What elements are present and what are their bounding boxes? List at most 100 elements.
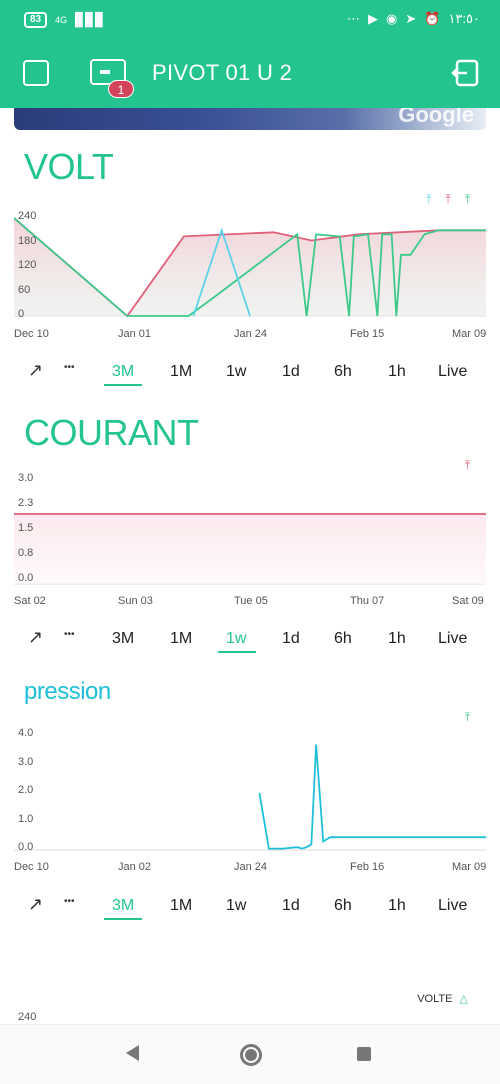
courant-ytick: 0.8 — [18, 547, 34, 559]
range-button-3m[interactable]: 3M — [112, 897, 134, 915]
volt-xtick: Jan 01 — [118, 328, 152, 340]
range-button-live[interactable]: Live — [438, 630, 467, 648]
network-label: 4G — [55, 15, 68, 25]
range-button-3m[interactable]: 3M — [112, 363, 134, 381]
battery-indicator: 83 — [24, 12, 48, 28]
alarm-icon: ⏰ — [424, 11, 441, 26]
page-title: PIVOT 01 U 2 — [152, 60, 293, 85]
range-button-6h[interactable]: 6h — [334, 363, 352, 381]
home-button[interactable] — [240, 1044, 262, 1066]
volt-legend[interactable]: ⤒ ⤒ ⤒ — [426, 192, 470, 207]
more-icon[interactable]: ••• — [64, 362, 75, 373]
app-icon: ◉ — [386, 11, 398, 26]
range-button-1w[interactable]: 1w — [226, 363, 246, 381]
range-button-1d[interactable]: 1d — [282, 630, 300, 648]
pression-ytick: 3.0 — [18, 755, 34, 768]
volt-xtick: Mar 09 — [452, 328, 487, 340]
series-toggle-icon[interactable]: ⤒ — [465, 192, 470, 207]
series-toggle-icon[interactable]: ⤒ — [426, 192, 431, 207]
range-button-1d[interactable]: 1d — [282, 363, 300, 381]
series-toggle-icon[interactable]: ⤒ — [465, 710, 470, 725]
courant-ytick: 1.5 — [18, 522, 34, 534]
range-button-1m[interactable]: 1M — [170, 630, 192, 648]
signal-icon: ▊▊▊ — [75, 12, 106, 27]
pression-ytick: 2.0 — [18, 784, 34, 796]
expand-icon[interactable]: ↗ — [28, 627, 43, 648]
courant-xtick: Sat 02 — [14, 595, 46, 607]
expand-icon[interactable]: ↗ — [28, 360, 43, 381]
pression-xtick: Jan 02 — [118, 861, 152, 873]
recents-button[interactable] — [357, 1047, 371, 1061]
range-button-live[interactable]: Live — [438, 363, 467, 381]
play-icon: ▶ — [368, 11, 379, 26]
home-dot — [245, 1049, 257, 1061]
bottom-ytick: 240 — [18, 1011, 37, 1023]
range-button-1d[interactable]: 1d — [282, 897, 300, 915]
volt-ytick: 120 — [18, 259, 37, 271]
more-dots: ⋯ — [347, 11, 361, 26]
range-button-3m[interactable]: 3M — [112, 630, 134, 648]
map-widget[interactable]: Google — [14, 108, 486, 130]
range-button-1h[interactable]: 1h — [388, 897, 406, 915]
pression-ytick: 4.0 — [18, 727, 34, 739]
range-button-1w[interactable]: 1w — [226, 897, 246, 915]
square-icon[interactable] — [23, 60, 49, 86]
courant-xtick: Thu 07 — [350, 595, 385, 607]
pression-legend[interactable]: ⤒ — [465, 710, 470, 725]
pression-series-0-line — [258, 744, 486, 850]
series-toggle-icon[interactable]: ⤒ — [465, 458, 470, 473]
range-button-1m[interactable]: 1M — [170, 897, 192, 915]
notification-badge: 1 — [108, 80, 134, 98]
range-selected-indicator — [104, 918, 142, 920]
more-icon[interactable]: ••• — [64, 629, 75, 640]
volt-ytick: 60 — [18, 283, 31, 296]
courant-ytick: 3.0 — [18, 472, 34, 484]
exit-icon[interactable] — [450, 58, 480, 88]
series-icon: △ — [459, 993, 468, 1005]
volt-ytick: 240 — [18, 210, 37, 222]
courant-legend[interactable]: ⤒ — [465, 458, 470, 473]
telegram-icon: ➤ — [405, 11, 417, 26]
volt-ytick: 0 — [18, 308, 25, 320]
volte-legend[interactable]: VOLTE △ — [417, 992, 468, 1005]
range-selected-indicator — [218, 651, 256, 653]
map-brand: Google — [398, 108, 474, 127]
range-button-1h[interactable]: 1h — [388, 363, 406, 381]
status-bar: 83 4G ▊▊▊ ⋯ ▶ ◉ ➤ ⏰ ١٣:٥٠ — [0, 0, 500, 38]
range-button-live[interactable]: Live — [438, 897, 467, 915]
volte-label: VOLTE — [417, 993, 453, 1005]
volt-xtick: Jan 24 — [234, 328, 268, 340]
range-button-1w[interactable]: 1w — [226, 630, 246, 648]
pression-xtick: Feb 16 — [350, 861, 385, 873]
volt-range-controls: ↗ ••• 3M 1M 1w 1d 6h 1h Live — [0, 358, 500, 388]
more-icon[interactable]: ••• — [64, 896, 75, 907]
range-button-6h[interactable]: 6h — [334, 630, 352, 648]
series-toggle-icon[interactable]: ⤒ — [445, 192, 450, 207]
range-button-1h[interactable]: 1h — [388, 630, 406, 648]
system-nav-bar — [0, 1024, 500, 1084]
volt-ytick: 180 — [18, 234, 37, 247]
range-button-6h[interactable]: 6h — [334, 897, 352, 915]
volt-title: VOLT — [24, 146, 114, 187]
back-button[interactable] — [126, 1045, 139, 1061]
volt-xtick: Feb 15 — [350, 328, 385, 340]
courant-range-controls: ↗ ••• 3M 1M 1w 1d 6h 1h Live — [0, 625, 500, 655]
courant-ytick: 0.0 — [18, 572, 34, 584]
range-button-1m[interactable]: 1M — [170, 363, 192, 381]
courant-xtick: Sat 09 — [452, 595, 484, 607]
pression-xtick: Jan 24 — [234, 861, 268, 873]
clock: ١٣:٥٠ — [448, 11, 480, 26]
pression-chart — [14, 744, 486, 851]
courant-series-0-area — [14, 514, 486, 584]
courant-chart — [14, 513, 486, 585]
range-selected-indicator — [104, 384, 142, 386]
pression-xtick: Mar 09 — [452, 861, 487, 873]
courant-xtick: Tue 05 — [234, 595, 268, 607]
pression-ytick: 1.0 — [18, 812, 34, 825]
expand-icon[interactable]: ↗ — [28, 894, 43, 915]
pression-ytick: 0.0 — [18, 841, 34, 853]
courant-ytick: 2.3 — [18, 497, 34, 509]
courant-title: COURANT — [24, 412, 199, 453]
courant-xtick: Sun 03 — [118, 595, 153, 607]
pression-xtick: Dec 10 — [14, 861, 49, 873]
